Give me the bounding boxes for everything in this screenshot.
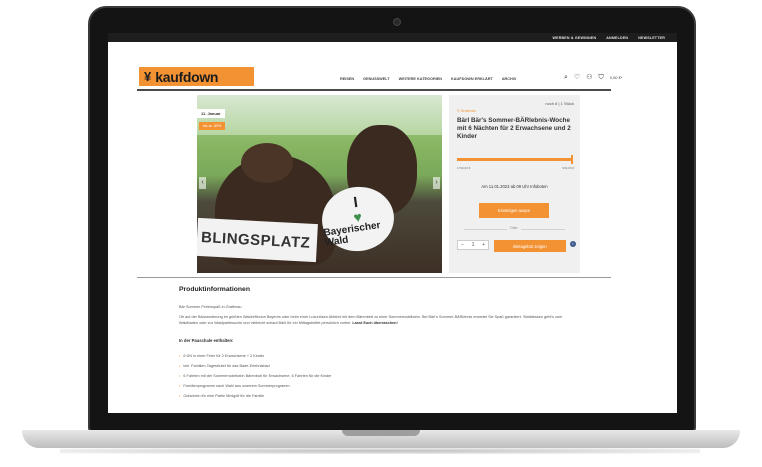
content-divider [137, 277, 611, 278]
browser-screen: WERBEN & GEWINNEN ANMELDEN NEWSLETTER ¥ … [108, 33, 677, 413]
laptop-shadow [60, 448, 700, 454]
newsletter-link[interactable]: NEWSLETTER [638, 36, 665, 40]
header-icons: ⌕ ♡ ⚇ ⛉ 0,00 €* [564, 74, 622, 81]
hero-image: BLINGSPLATZ I ♥ Bayerischer Wald 11. Jan… [197, 95, 442, 273]
chevron-right-icon[interactable]: › [433, 177, 440, 189]
sign-text: BLINGSPLATZ [200, 228, 311, 252]
camera-icon [393, 18, 401, 26]
nav-item-weitere-kategorien[interactable]: WEITERE KATEGORIEN [399, 77, 442, 81]
or-label: Oder [507, 226, 521, 230]
info-icon[interactable]: i [570, 241, 576, 247]
auction-end-note: Am 11.01.2023 ab 09 Uhr Infoboten [481, 184, 548, 189]
ball-letter: I [352, 193, 359, 211]
date-tag: 11. Januar [197, 109, 225, 118]
location-text: Grafenau [460, 109, 476, 113]
list-item: 6 ÜN in einer Feier für 2 Erwachsene + 2… [179, 351, 579, 361]
stock-count: noch 8 | 1 Stück [545, 101, 574, 106]
cart-icon[interactable]: ⛉ [598, 74, 603, 81]
chevron-left-icon[interactable]: ‹ [199, 177, 206, 189]
main-nav: REISEN GENUSSWELT WEITERE KATEGORIEN KAU… [340, 77, 516, 81]
heart-icon[interactable]: ♡ [574, 74, 580, 81]
list-item: 6 Fahrten mit der Sommerrodelbahn Bärenb… [179, 371, 579, 381]
user-icon[interactable]: ⚇ [586, 74, 592, 81]
price-progress-marker [571, 155, 573, 164]
info-paragraph-bold: Lasst Euch überraschen! [352, 321, 398, 325]
info-line: Bär Sommer Ferienspaß in Grafenau [179, 305, 242, 309]
laptop-notch [342, 430, 420, 436]
login-link[interactable]: ANMELDEN [606, 36, 628, 40]
ball-text: Bayerischer Wald [322, 219, 382, 249]
list-item: inkl. Familien-Tagesticket für das Bade-… [179, 361, 579, 371]
top-bar: WERBEN & GEWINNEN ANMELDEN NEWSLETTER [108, 33, 677, 42]
cart-button[interactable]: Bietagebot zeigen [494, 240, 566, 252]
list-item: Gutschein für eine Partie Minigolf für d… [179, 391, 579, 401]
logo-text: kaufdown [155, 68, 219, 85]
discount-badge: bis zu -50% [199, 122, 226, 130]
cart-total[interactable]: 0,00 €* [610, 75, 623, 80]
price-progress-fill [457, 158, 573, 161]
info-paragraph: Ob auf der Bärwanderung im größten Waldr… [179, 314, 579, 326]
list-item: Familienprogramm nach Wahl aus unserem S… [179, 381, 579, 391]
gift-link[interactable]: WERBEN & GEWINNEN [553, 36, 597, 40]
header-divider [137, 89, 611, 91]
nav-item-reisen[interactable]: REISEN [340, 77, 354, 81]
logo[interactable]: ¥ kaufdown [139, 67, 254, 86]
nav-item-archiv[interactable]: ARCHIV [502, 77, 517, 81]
hero-sky [197, 95, 442, 135]
section-heading: Produktinformationen [179, 286, 250, 293]
package-subheading: In der Pauschale enthalten: [179, 338, 234, 343]
end-price: 939,00 € [562, 166, 574, 170]
offer-panel: noch 8 | 1 Stück ⚲ Grafenau Bärl Bär's S… [449, 95, 580, 273]
logo-chevron-icon: ¥ [144, 69, 152, 84]
start-price: 1790,00 € [457, 166, 471, 170]
price-progress-bar [457, 158, 573, 161]
street-sign: BLINGSPLATZ [197, 217, 318, 263]
quantity-stepper[interactable]: − 1 + [457, 240, 489, 250]
offer-title: Bärl Bär's Sommer-BÄRlebnis-Woche mit 6 … [457, 117, 571, 140]
nav-item-kaufdown-erklaert[interactable]: KAUFDOWN ERKLÄRT [451, 77, 493, 81]
quantity-value[interactable]: 1 [472, 242, 475, 248]
nav-item-genusswelt[interactable]: GENUSSWELT [363, 77, 390, 81]
location-label: ⚲ Grafenau [457, 109, 476, 113]
search-icon[interactable]: ⌕ [564, 74, 568, 81]
product-info: Produktinformationen Bär Sommer Feriensp… [179, 286, 579, 401]
bear-costume-head [241, 143, 293, 183]
main-action-button[interactable]: Einsteigen auspe [479, 203, 549, 218]
minus-icon[interactable]: − [461, 242, 464, 248]
plus-icon[interactable]: + [482, 242, 485, 248]
header: ¥ kaufdown REISEN GENUSSWELT WEITERE KAT… [108, 42, 677, 90]
